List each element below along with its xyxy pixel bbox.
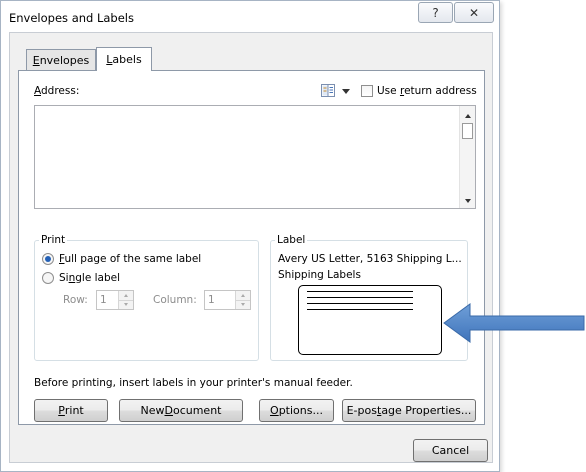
address-scrollbar[interactable]: [459, 106, 475, 208]
new-document-pre: New: [140, 404, 165, 417]
dialog-title: Envelopes and Labels: [9, 11, 134, 25]
new-document-button[interactable]: New Document: [119, 399, 243, 422]
new-document-accel: D: [164, 404, 173, 417]
scroll-up-icon[interactable]: [465, 114, 471, 118]
label-product-name[interactable]: Avery US Letter, 5163 Shipping L...: [278, 253, 462, 265]
full-page-label[interactable]: Full page of the same label: [59, 253, 201, 265]
single-label-pre: Si: [59, 272, 69, 284]
column-down-button[interactable]: [236, 299, 250, 309]
options-accel: O: [270, 404, 279, 417]
single-label-post: gle label: [75, 272, 121, 284]
label-group-title: Label: [277, 234, 306, 246]
options-label: ptions...: [278, 404, 323, 417]
print-button-label: rint: [64, 404, 84, 417]
column-spinner[interactable]: 1: [204, 290, 251, 310]
new-document-label: ocument: [172, 404, 222, 417]
column-value: 1: [208, 294, 215, 306]
help-icon: ?: [432, 5, 439, 20]
radio-selected-dot: [45, 256, 51, 262]
scroll-down-icon[interactable]: [465, 199, 471, 203]
single-label-radio[interactable]: [42, 272, 54, 284]
preview-line: [307, 297, 413, 298]
print-button[interactable]: Print: [34, 399, 108, 422]
address-textarea[interactable]: [34, 105, 476, 209]
label-type[interactable]: Shipping Labels: [278, 269, 361, 281]
row-value: 1: [100, 294, 107, 306]
use-return-address-pre: Use: [377, 85, 400, 97]
spin-up-icon: [124, 293, 128, 297]
tab-envelopes[interactable]: Envelopes: [26, 49, 96, 71]
column-label: Column:: [153, 294, 197, 306]
print-group-title: Print: [41, 234, 66, 246]
tab-labels-label: abels: [112, 53, 142, 66]
row-up-button[interactable]: [119, 291, 133, 300]
callout-arrow: [443, 303, 585, 343]
preview-line: [307, 303, 413, 304]
address-label-text: ddress:: [41, 85, 80, 97]
help-button[interactable]: ?: [418, 2, 453, 23]
column-up-button[interactable]: [236, 291, 250, 300]
title-bar: Envelopes and Labels ? ✕: [1, 1, 499, 31]
spin-down-icon: [124, 303, 128, 307]
epostage-properties-button[interactable]: E-pos t age Properties...: [342, 399, 476, 422]
printer-hint: Before printing, insert labels in your p…: [34, 377, 353, 389]
print-button-accel: P: [58, 404, 65, 417]
row-label: Row:: [63, 294, 88, 306]
full-page-text: ull page of the same label: [64, 253, 202, 265]
close-icon: ✕: [468, 5, 480, 20]
cancel-button[interactable]: Cancel: [413, 439, 488, 462]
use-return-address-label[interactable]: Use return address: [377, 85, 477, 97]
address-label: Address:: [34, 85, 79, 97]
options-button[interactable]: Options...: [259, 399, 334, 422]
full-page-radio[interactable]: [42, 253, 54, 265]
address-label-accel: A: [34, 85, 41, 97]
preview-line: [307, 309, 413, 310]
spin-down-icon: [241, 303, 245, 307]
use-return-address-post: eturn address: [404, 85, 477, 97]
close-button[interactable]: ✕: [454, 2, 494, 23]
tab-envelopes-label: nvelopes: [39, 54, 90, 67]
preview-line: [307, 291, 413, 292]
chevron-down-icon[interactable]: [342, 89, 350, 94]
envelopes-labels-dialog: Envelopes and Labels ? ✕ Envelopes Label…: [0, 0, 500, 472]
address-book-icon[interactable]: [321, 84, 335, 97]
row-down-button[interactable]: [119, 299, 133, 309]
row-spinner[interactable]: 1: [96, 290, 134, 310]
label-preview[interactable]: [298, 285, 442, 355]
spin-up-icon: [241, 293, 245, 297]
epostage-label: age Properties...: [381, 404, 472, 417]
scroll-thumb[interactable]: [462, 123, 473, 139]
tab-labels[interactable]: Labels: [96, 47, 152, 71]
single-label-label[interactable]: Single label: [59, 272, 120, 284]
use-return-address-checkbox[interactable]: [361, 85, 373, 97]
epostage-pre: E-pos: [346, 404, 377, 417]
tab-envelopes-accel: E: [32, 54, 40, 67]
